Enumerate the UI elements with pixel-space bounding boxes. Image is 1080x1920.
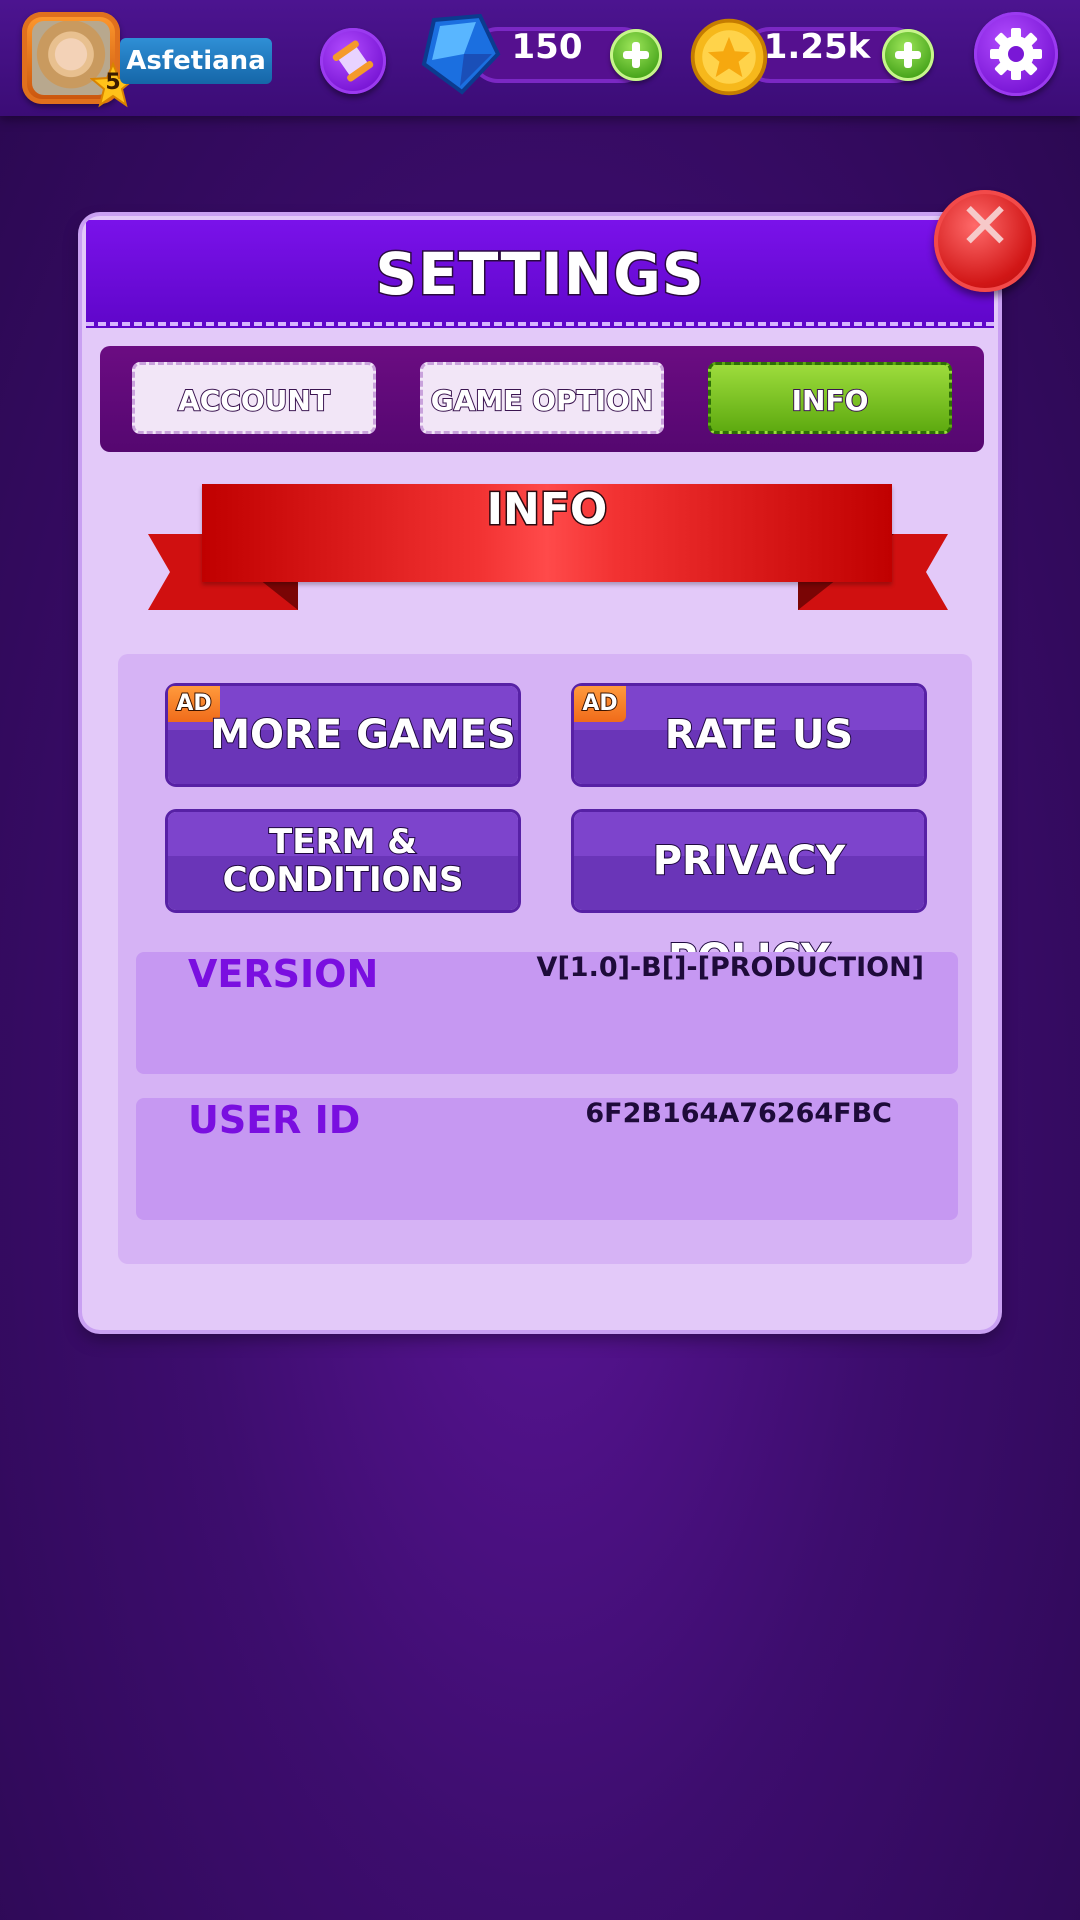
gear-icon bbox=[990, 28, 1042, 80]
add-gems-button[interactable] bbox=[610, 29, 662, 81]
more-games-button[interactable]: AD MORE GAMES bbox=[168, 686, 518, 784]
user-id-row: USER ID 6F2B164A76264FBC bbox=[136, 1098, 958, 1220]
privacy-policy-button[interactable]: PRIVACY POLICY bbox=[574, 812, 924, 983]
gold-coin-icon bbox=[690, 18, 768, 96]
version-row: VERSION V[1.0]-B[]-[PRODUCTION] bbox=[136, 952, 958, 1074]
terms-label-line2: CONDITIONS bbox=[222, 859, 465, 901]
tab-game-option[interactable]: GAME OPTION bbox=[420, 362, 664, 434]
rate-us-label: RATE US bbox=[664, 711, 854, 759]
scroll-button[interactable] bbox=[320, 28, 386, 94]
close-button[interactable]: ✕ bbox=[934, 190, 1036, 292]
panel-title: SETTINGS bbox=[374, 239, 705, 310]
coins-count: 1.25k bbox=[763, 27, 871, 67]
player-name: Asfetiana bbox=[120, 38, 272, 84]
version-value: V[1.0]-B[]-[PRODUCTION] bbox=[536, 952, 924, 983]
close-icon: ✕ bbox=[958, 190, 1012, 264]
settings-tabs: ACCOUNT GAME OPTION INFO bbox=[100, 346, 984, 452]
more-games-label: MORE GAMES bbox=[209, 711, 517, 759]
tab-info[interactable]: INFO bbox=[708, 362, 952, 434]
terms-button[interactable]: TERM & CONDITIONS bbox=[168, 812, 518, 910]
terms-label-line1: TERM & bbox=[268, 821, 418, 863]
add-coins-button[interactable] bbox=[882, 29, 934, 81]
section-title: INFO bbox=[485, 483, 609, 537]
tab-account[interactable]: ACCOUNT bbox=[132, 362, 376, 434]
header-divider bbox=[86, 322, 994, 326]
version-label: VERSION bbox=[188, 952, 379, 996]
user-id-value: 6F2B164A76264FBC bbox=[585, 1098, 892, 1129]
settings-button[interactable] bbox=[974, 12, 1058, 96]
rate-us-button[interactable]: AD RATE US bbox=[574, 686, 924, 784]
settings-panel: SETTINGS ACCOUNT GAME OPTION INFO AD MOR… bbox=[82, 216, 998, 1330]
gems-count: 150 bbox=[511, 27, 583, 67]
user-id-label: USER ID bbox=[188, 1098, 361, 1142]
panel-header: SETTINGS bbox=[86, 220, 994, 328]
blue-gem-icon bbox=[421, 13, 501, 95]
info-content: AD MORE GAMES AD RATE US TERM & CONDITIO… bbox=[118, 654, 972, 1264]
top-bar: 5 Asfetiana 150 1.25k bbox=[0, 0, 1080, 116]
scroll-icon bbox=[332, 40, 374, 82]
